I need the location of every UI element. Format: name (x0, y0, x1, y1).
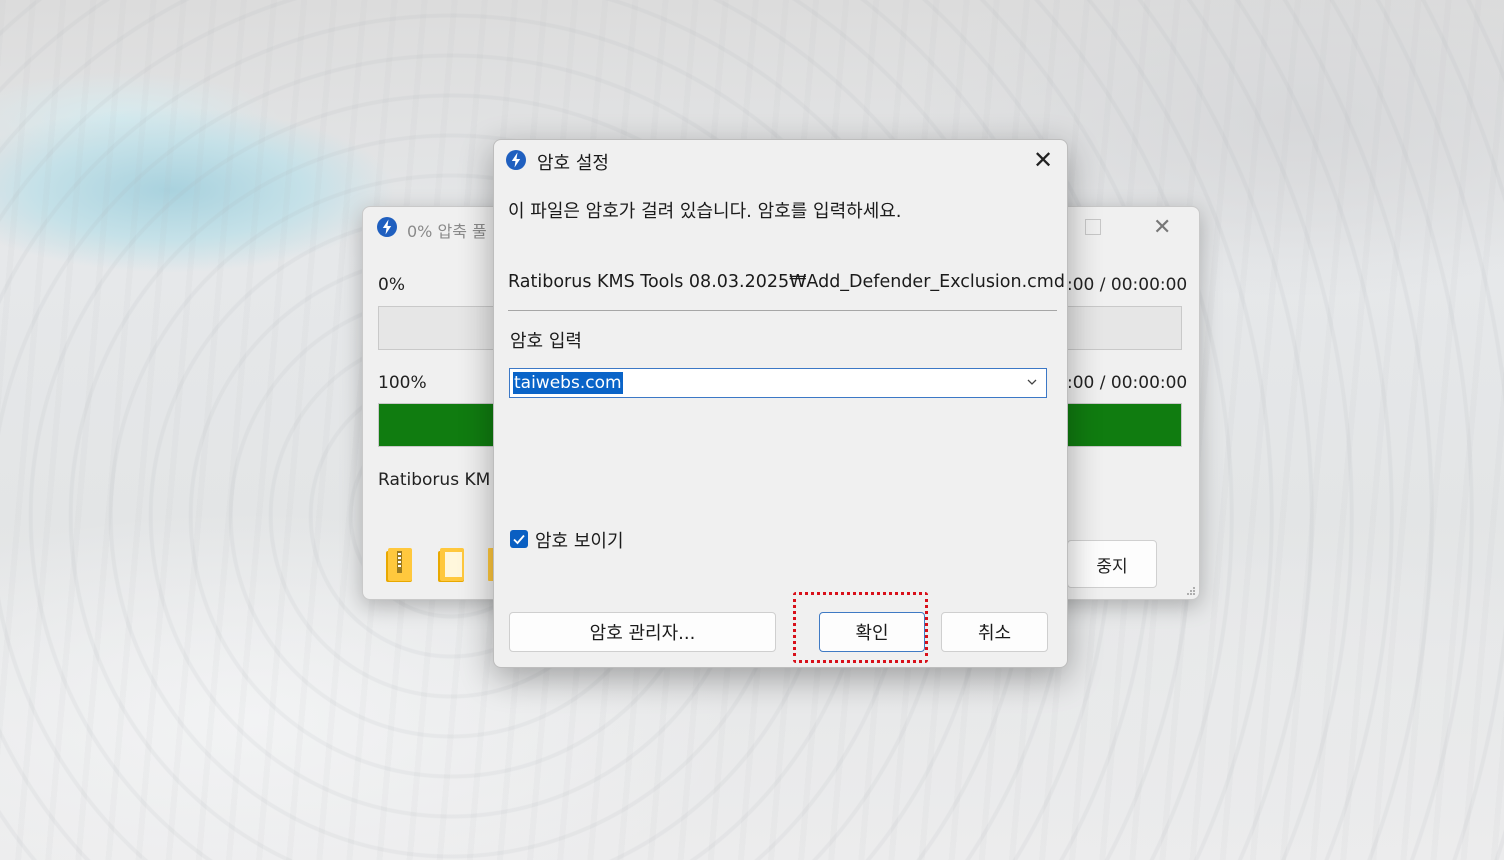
cancel-button[interactable]: 취소 (941, 612, 1048, 652)
file-path: Ratiborus KMS Tools 08.03.2025₩Add_Defen… (508, 272, 1065, 292)
checkmark-icon (513, 534, 525, 545)
window-title: 0% 압축 풀 (407, 222, 487, 241)
password-input-value[interactable]: taiwebs.com (513, 372, 623, 394)
password-label: 암호 입력 (510, 331, 582, 352)
password-dialog: 암호 설정 ✕ 이 파일은 암호가 걸려 있습니다. 암호를 입력하세요. Ra… (493, 139, 1068, 668)
progress-bottom-label: 100% (378, 373, 427, 393)
close-icon[interactable]: ✕ (1027, 144, 1059, 176)
show-password-label[interactable]: 암호 보이기 (535, 527, 624, 553)
progress-bottom-time: :00 / 00:00:00 (1067, 373, 1188, 393)
resize-grip-icon[interactable] (1186, 586, 1196, 596)
password-manager-button[interactable]: 암호 관리자... (509, 612, 776, 652)
progress-top-label: 0% (378, 275, 405, 295)
stop-button[interactable]: 중지 (1067, 540, 1157, 588)
password-combobox[interactable]: taiwebs.com (509, 368, 1047, 398)
folder-icon[interactable] (437, 547, 467, 583)
bandizip-icon (377, 217, 397, 237)
close-icon[interactable]: ✕ (1153, 215, 1171, 240)
ok-button-highlight (793, 592, 928, 663)
progress-top-time: :00 / 00:00:00 (1067, 275, 1188, 295)
current-file-label: Ratiborus KM (378, 470, 491, 490)
show-password-checkbox[interactable] (510, 530, 528, 548)
bandizip-icon (506, 150, 526, 170)
maximize-icon[interactable] (1085, 219, 1101, 235)
dialog-title: 암호 설정 (537, 153, 609, 174)
zip-folder-icon[interactable] (385, 547, 415, 583)
chevron-down-icon[interactable] (1026, 376, 1038, 388)
dialog-message: 이 파일은 암호가 걸려 있습니다. 암호를 입력하세요. (508, 201, 902, 222)
divider (508, 310, 1057, 311)
